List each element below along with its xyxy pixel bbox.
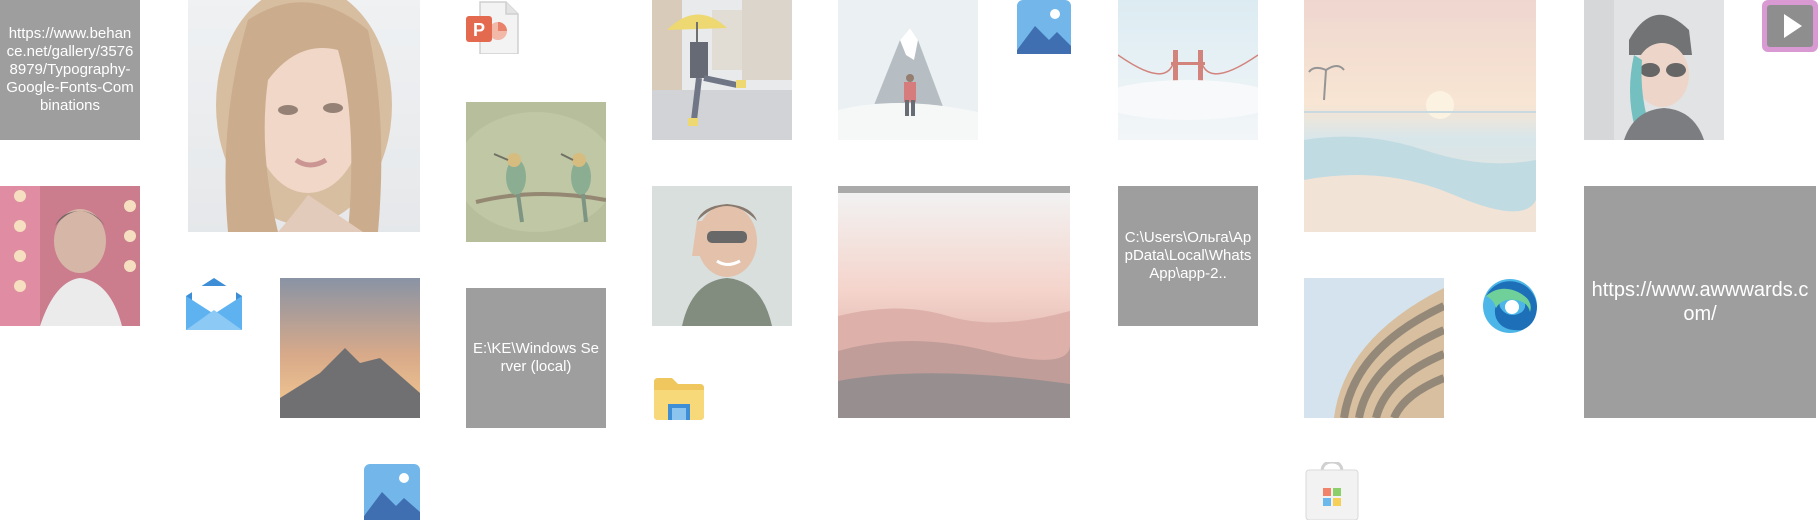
tile-photo-mountain-dusk[interactable]: [280, 278, 420, 418]
pinned-tiles-board: https://www.behance.net/gallery/35768979…: [0, 0, 1818, 520]
tile-behance-url-label: https://www.behance.net/gallery/35768979…: [6, 25, 134, 114]
tile-whatsapp-path-label: C:\Users\Ольга\AppData\Local\WhatsApp\ap…: [1124, 229, 1252, 282]
photo-umbrella-image: [652, 0, 792, 140]
photo-woman-portrait-image: [188, 0, 420, 232]
tile-windows-server-path-label: E:\KE\Windows Server (local): [473, 340, 599, 375]
tile-behance-url[interactable]: https://www.behance.net/gallery/35768979…: [0, 0, 140, 140]
photo-neon-man-image: [0, 186, 140, 326]
mail-icon[interactable]: [186, 278, 242, 330]
tile-photo-woman-beanie[interactable]: [1584, 0, 1724, 140]
tile-awwwards-url[interactable]: https://www.awwwards.com/: [1584, 186, 1816, 418]
tile-photo-beach[interactable]: [1304, 0, 1536, 232]
tile-photo-neon-man[interactable]: [0, 186, 140, 326]
tile-photo-birds[interactable]: [466, 102, 606, 242]
tile-photo-peace-sign[interactable]: [652, 186, 792, 326]
photo-beach-image: [1304, 0, 1536, 232]
svg-text:P: P: [473, 20, 485, 40]
photos-icon[interactable]: [1017, 0, 1071, 54]
photos-icon-bottom[interactable]: [364, 464, 420, 520]
file-explorer-icon[interactable]: [652, 376, 706, 422]
tile-awwwards-url-label: https://www.awwwards.com/: [1591, 279, 1809, 325]
photo-sunset-hills-image: [838, 186, 1070, 418]
microsoft-store-icon[interactable]: [1304, 462, 1360, 520]
photo-building-image: [1304, 278, 1444, 418]
tile-whatsapp-path[interactable]: C:\Users\Ольга\AppData\Local\WhatsApp\ap…: [1118, 186, 1258, 326]
tile-photo-woman-portrait[interactable]: [188, 0, 420, 232]
tile-photo-bridge-fog[interactable]: [1118, 0, 1258, 140]
photo-peace-sign-image: [652, 186, 792, 326]
tile-windows-server-path[interactable]: E:\KE\Windows Server (local): [466, 288, 606, 428]
tile-photo-matterhorn[interactable]: [838, 0, 978, 140]
powerpoint-icon[interactable]: P: [466, 0, 520, 54]
photo-matterhorn-image: [838, 0, 978, 140]
edge-icon[interactable]: [1482, 278, 1538, 334]
video-icon[interactable]: [1762, 0, 1818, 52]
tile-photo-umbrella[interactable]: [652, 0, 792, 140]
photo-woman-beanie-image: [1584, 0, 1724, 140]
tile-photo-sunset-hills[interactable]: [838, 186, 1070, 418]
tile-photo-building[interactable]: [1304, 278, 1444, 418]
photo-bridge-fog-image: [1118, 0, 1258, 140]
photo-mountain-dusk-image: [280, 278, 420, 418]
photo-birds-image: [466, 102, 606, 242]
